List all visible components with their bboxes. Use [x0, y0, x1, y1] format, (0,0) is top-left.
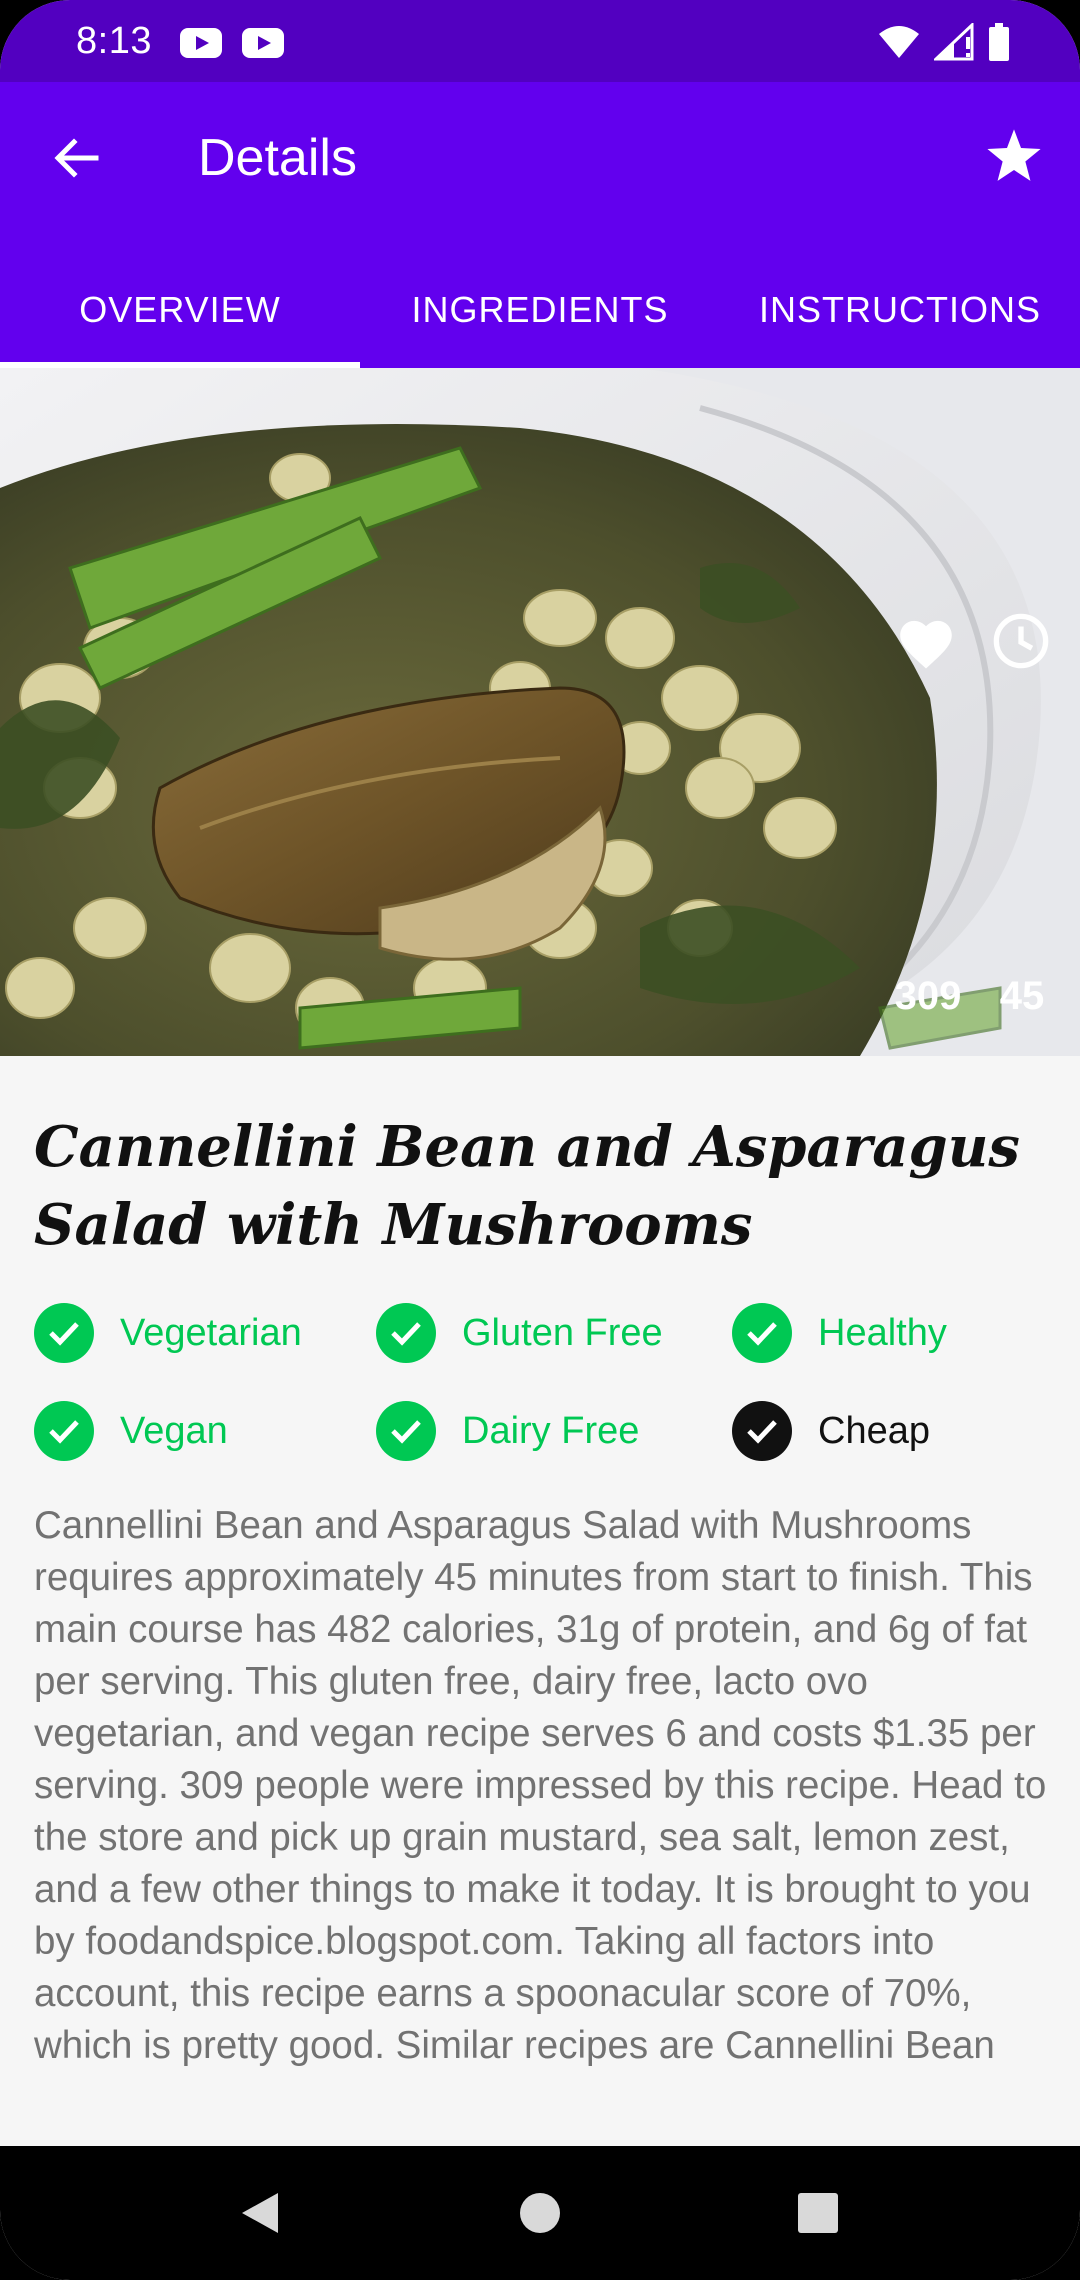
cell-signal-icon — [934, 23, 974, 61]
tag-label: Vegetarian — [120, 1311, 302, 1354]
nav-back-button[interactable] — [220, 2146, 300, 2280]
tab-bar: OVERVIEW INGREDIENTS INSTRUCTIONS — [0, 252, 1080, 368]
star-icon — [987, 129, 1041, 181]
status-time: 8:13 — [76, 20, 152, 62]
check-circle-icon — [376, 1303, 436, 1363]
check-circle-icon — [34, 1401, 94, 1461]
tab-ingredients[interactable]: INGREDIENTS — [360, 252, 720, 368]
navigation-bar — [0, 2146, 1080, 2280]
tag-gluten-free: Gluten Free — [376, 1298, 663, 1368]
check-circle-icon — [732, 1401, 792, 1461]
clock-icon — [993, 613, 1049, 669]
arrow-back-icon — [54, 138, 99, 178]
tag-vegan: Vegan — [34, 1396, 228, 1466]
check-circle-icon — [34, 1303, 94, 1363]
check-circle-icon — [732, 1303, 792, 1363]
tag-label: Healthy — [818, 1311, 947, 1354]
tag-label: Dairy Free — [462, 1409, 640, 1452]
tag-cheap: Cheap — [732, 1396, 930, 1466]
heart-icon — [900, 620, 952, 669]
recipe-title: Cannellini Bean and Asparagus Salad with… — [34, 1114, 1020, 1258]
nav-recents-icon — [798, 2193, 838, 2233]
time-count: 45 — [999, 974, 1045, 1018]
tag-label: Vegan — [120, 1409, 228, 1452]
app-bar-title: Details — [198, 129, 357, 187]
status-icons — [878, 22, 1010, 62]
nav-back-icon — [242, 2193, 278, 2233]
tag-label: Gluten Free — [462, 1311, 663, 1354]
likes-count: 309 — [894, 974, 962, 1018]
phone-screen: 8:13 Details OVERVIEW INGREDIENTS INSTRU… — [0, 0, 1080, 2280]
tab-instructions[interactable]: INSTRUCTIONS — [720, 252, 1080, 368]
favorite-button[interactable] — [974, 116, 1054, 196]
status-bar: 8:13 — [0, 0, 1080, 82]
recipe-photo — [0, 368, 1080, 1056]
tag-label: Cheap — [818, 1409, 930, 1452]
wifi-icon — [879, 26, 919, 58]
tag-healthy: Healthy — [732, 1298, 947, 1368]
tag-dairy-free: Dairy Free — [376, 1396, 639, 1466]
youtube-notification-icon — [180, 28, 222, 58]
youtube-notification-icon — [242, 28, 284, 58]
recipe-summary: Cannellini Bean and Asparagus Salad with… — [34, 1504, 1047, 2067]
nav-home-button[interactable] — [500, 2146, 580, 2280]
recipe-details: Cannellini Bean and Asparagus Salad with… — [0, 1056, 1080, 2146]
nav-recents-button[interactable] — [778, 2146, 858, 2280]
nav-home-icon — [520, 2193, 560, 2233]
tag-vegetarian: Vegetarian — [34, 1298, 302, 1368]
battery-icon — [989, 23, 1009, 61]
back-button[interactable] — [40, 122, 112, 194]
app-bar: Details OVERVIEW INGREDIENTS INSTRUCTION… — [0, 82, 1080, 368]
recipe-image: 309 45 — [0, 368, 1080, 1056]
check-circle-icon — [376, 1401, 436, 1461]
tab-overview[interactable]: OVERVIEW — [0, 252, 360, 368]
